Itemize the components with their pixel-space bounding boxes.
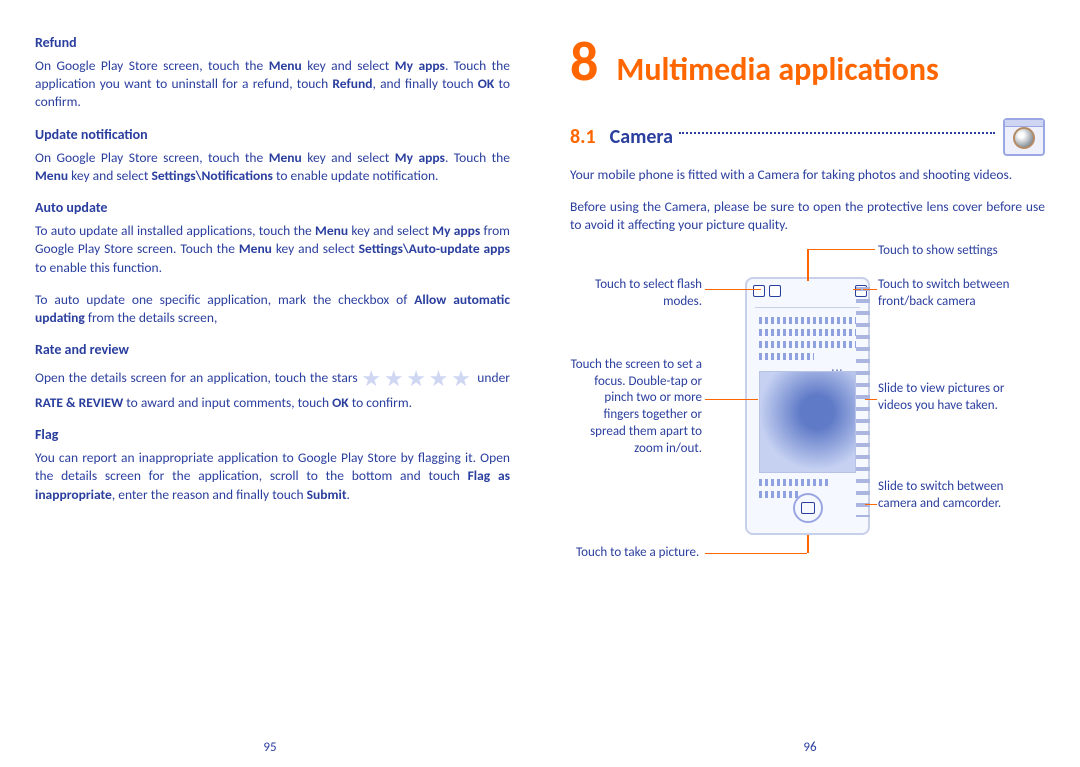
chapter-title: Multimedia applications — [616, 53, 938, 87]
label-show-settings: Touch to show settings — [878, 243, 998, 260]
page-number-right: 96 — [540, 740, 1080, 755]
shutter-button-icon — [793, 493, 823, 523]
manual-page-spread: Refund On Google Play Store screen, touc… — [0, 0, 1080, 767]
section-title: Camera — [610, 125, 673, 149]
chapter-header: 8 Multimedia applications — [570, 34, 1045, 90]
page-number-left: 95 — [0, 740, 540, 755]
label-view-pictures: Slide to view pictures or videos you hav… — [878, 381, 1038, 415]
camera-diagram: 搭衿林 Touch to show settings Touch to — [570, 249, 1040, 579]
rate-text: Open the details screen for an applicati… — [35, 364, 510, 412]
label-switch-camera: Touch to switch between front/back camer… — [878, 277, 1043, 311]
label-take-picture: Touch to take a picture. — [570, 545, 736, 562]
refund-heading: Refund — [35, 34, 510, 51]
label-slide-mode: Slide to switch between camera and camco… — [878, 479, 1038, 513]
flag-heading: Flag — [35, 426, 510, 443]
update-text: On Google Play Store screen, touch the M… — [35, 149, 510, 185]
page-right: 8 Multimedia applications 8.1 Camera You… — [540, 0, 1080, 767]
refund-text: On Google Play Store screen, touch the M… — [35, 57, 510, 112]
update-heading: Update notification — [35, 126, 510, 143]
flash-icon — [753, 285, 765, 297]
camera-intro-2: Before using the Camera, please be sure … — [570, 198, 1045, 234]
spiral-binding — [856, 279, 870, 517]
auto-heading: Auto update — [35, 199, 510, 216]
rate-heading: Rate and review — [35, 341, 510, 358]
phone-mock: 搭衿林 — [745, 277, 870, 535]
dot-leader — [679, 132, 995, 134]
auto-text-1: To auto update all installed application… — [35, 222, 510, 277]
label-focus-zoom: Touch the screen to set a focus. Double-… — [570, 357, 702, 458]
settings-gear-icon — [769, 285, 781, 297]
section-header: 8.1 Camera — [570, 118, 1045, 156]
chapter-number: 8 — [570, 34, 598, 90]
rating-stars-icon: ★★★★★ — [361, 365, 473, 392]
flag-text: You can report an inappropriate applicat… — [35, 449, 510, 504]
section-number: 8.1 — [570, 125, 596, 149]
camera-icon — [1003, 118, 1045, 156]
camera-intro-1: Your mobile phone is fitted with a Camer… — [570, 166, 1045, 184]
page-left: Refund On Google Play Store screen, touc… — [0, 0, 540, 767]
auto-text-2: To auto update one specific application,… — [35, 291, 510, 327]
viewfinder-area — [759, 371, 856, 473]
label-flash: Touch to select flash modes. — [570, 277, 702, 311]
